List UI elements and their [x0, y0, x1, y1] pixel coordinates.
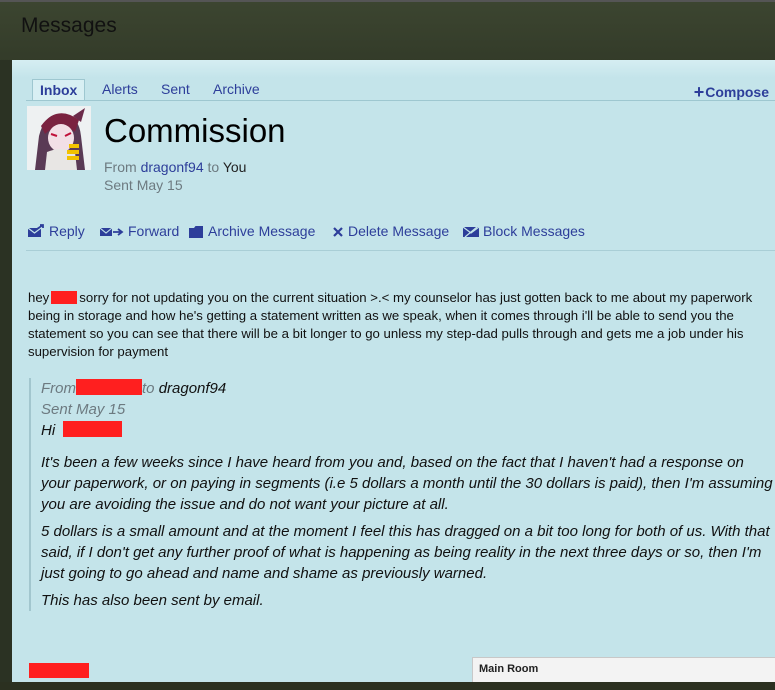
window-titlebar: Messages — [0, 0, 775, 62]
archive-message-button[interactable]: Archive Message — [189, 223, 315, 239]
redacted-recipient — [63, 421, 123, 437]
background-strip-bottom — [0, 682, 775, 690]
plus-icon: + — [693, 82, 705, 102]
body-text: sorry for not updating you on the curren… — [28, 290, 753, 359]
redacted-signature — [29, 663, 89, 678]
tab-alerts[interactable]: Alerts — [102, 80, 138, 98]
quote-sent-date: Sent May 15 — [41, 401, 126, 418]
quote-paragraph: It's been a few weeks since I have heard… — [41, 454, 773, 513]
quote-greeting: Hi — [41, 422, 56, 439]
window-title: Messages — [21, 14, 117, 37]
redacted-sender — [76, 379, 142, 395]
quote-recipient: dragonf94 — [158, 380, 227, 397]
sender-avatar[interactable] — [27, 106, 91, 170]
panel-header-gradient — [12, 60, 775, 78]
block-mail-icon — [462, 226, 480, 238]
quote-from-prefix: From — [41, 380, 76, 397]
reply-button[interactable]: Reply — [27, 223, 85, 239]
body-greeting: hey — [28, 290, 50, 305]
chat-main-room-tab[interactable]: Main Room — [472, 657, 775, 682]
quote-from-line: From to dragonf94 — [41, 378, 775, 399]
messages-panel: Inbox Alerts Sent Archive +Compose Commi… — [12, 60, 775, 682]
block-messages-label: Block Messages — [483, 223, 585, 239]
reply-label: Reply — [49, 223, 85, 239]
actions-divider — [26, 250, 775, 251]
sender-link[interactable]: dragonf94 — [141, 159, 204, 175]
to-prefix: to — [207, 159, 220, 175]
forward-label: Forward — [128, 223, 180, 239]
forward-icon — [99, 227, 124, 236]
message-sent-date: Sent May 15 — [104, 177, 183, 193]
message-from-line: From dragonf94 to You — [104, 159, 246, 175]
forward-button[interactable]: Forward — [99, 223, 180, 239]
quote-paragraph: 5 dollars is a small amount and at the m… — [41, 523, 770, 582]
delete-message-label: Delete Message — [348, 223, 450, 239]
message-body: hey sorry for not updating you on the cur… — [28, 289, 768, 361]
folder-icon — [189, 226, 203, 238]
quote-paragraph: This has also been sent by email. — [41, 592, 264, 609]
delete-message-button[interactable]: Delete Message — [332, 223, 449, 239]
tab-sent[interactable]: Sent — [161, 80, 190, 98]
block-messages-button[interactable]: Block Messages — [462, 223, 585, 239]
close-icon — [333, 227, 343, 237]
archive-message-label: Archive Message — [208, 223, 316, 239]
background-strip — [0, 60, 12, 690]
compose-label: Compose — [705, 84, 769, 100]
from-prefix: From — [104, 159, 137, 175]
reply-icon — [27, 224, 44, 237]
tab-archive[interactable]: Archive — [213, 80, 260, 98]
quote-greeting-line: Hi — [41, 420, 775, 441]
tab-inbox[interactable]: Inbox — [32, 79, 86, 100]
message-subject: Commission — [104, 112, 286, 149]
redacted-name — [51, 291, 78, 304]
quote-to-prefix: to — [142, 380, 155, 397]
quoted-message: From to dragonf94 Sent May 15 Hi It's bee… — [29, 378, 775, 611]
tab-divider — [26, 100, 775, 101]
recipient: You — [222, 159, 247, 175]
